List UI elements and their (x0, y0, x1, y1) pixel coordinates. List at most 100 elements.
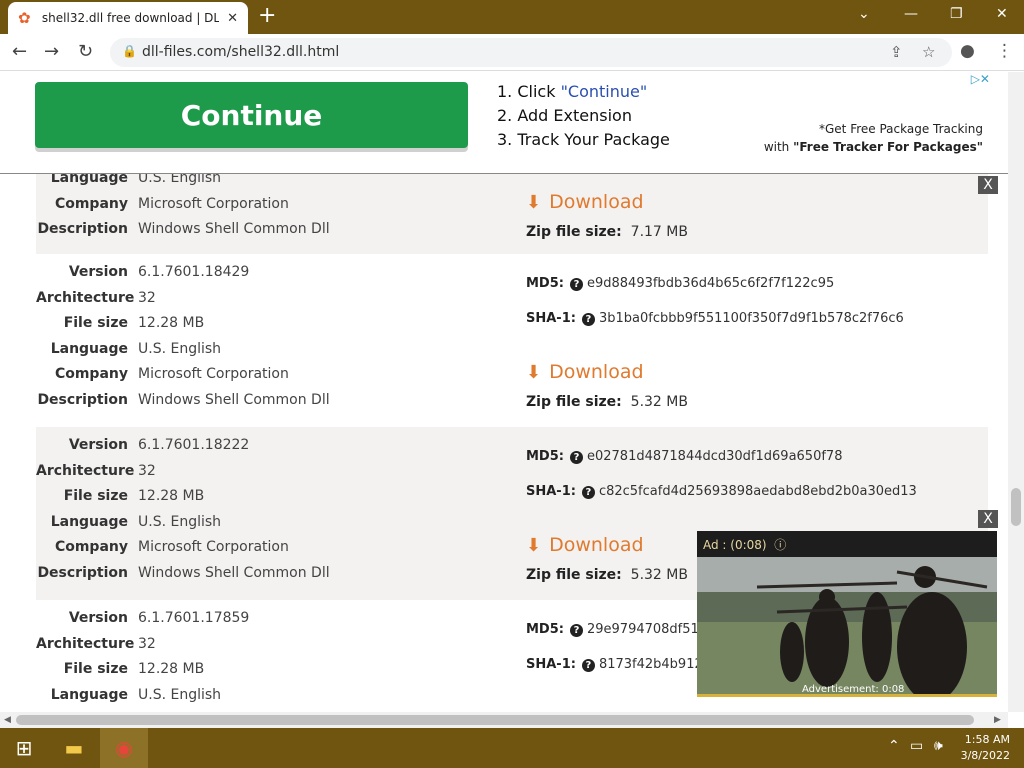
reload-icon[interactable]: ↻ (78, 41, 93, 62)
file-size-value: 12.28 MB (138, 661, 205, 677)
browser-tab[interactable]: ✿ shell32.dll free download | DLL-fi ✕ (8, 2, 248, 34)
restore-icon[interactable]: ❐ (950, 6, 963, 22)
ad-steps: 1. Click "Continue" 2. Add Extension 3. … (497, 80, 670, 152)
system-clock[interactable]: 1:58 AM 3/8/2022 (961, 732, 1010, 764)
horizontal-scrollbar[interactable]: ◀ ▶ (0, 712, 1008, 728)
sha1-label: SHA-1: (526, 311, 576, 326)
zip-size-value: 7.17 MB (630, 224, 688, 240)
start-button[interactable]: ⊞ (0, 728, 48, 768)
new-tab-button[interactable]: + (258, 4, 276, 28)
zip-size-label: Zip file size: (526, 394, 622, 410)
chrome-icon: ◉ (115, 736, 133, 760)
browser-toolbar: ← → ↻ 🔒 dll-files.com/shell32.dll.html ⇪… (0, 34, 1024, 71)
zip-size-value: 5.32 MB (630, 567, 688, 583)
ad-continue-button[interactable]: Continue (35, 82, 468, 148)
md5-row: MD5:? 29e9794708df51 (526, 622, 703, 657)
ad-tracking-line2-bold: "Free Tracker For Packages" (793, 140, 983, 154)
version-label: Version (68, 264, 128, 280)
version-value: 6.1.7601.17859 (138, 610, 250, 626)
windows-logo-icon: ⊞ (15, 736, 33, 760)
file-size-value: 12.28 MB (138, 315, 205, 331)
ad-tracking-line2: with "Free Tracker For Packages" (764, 138, 983, 156)
tray-overflow-icon[interactable]: ⌃ (888, 738, 900, 754)
sha1-row: SHA-1:? 3b1ba0fcbbb9f551100f350f7d9f1b578… (526, 311, 904, 346)
download-label[interactable]: Download (549, 191, 643, 213)
bookmark-star-icon[interactable]: ☆ (922, 43, 935, 61)
video-ad[interactable]: Ad : (0:08) ⓘ Advertisement: 0:08 (697, 531, 997, 697)
tab-search-icon[interactable]: ⌄ (858, 6, 870, 22)
top-ad-banner: Continue 1. Click "Continue" 2. Add Exte… (0, 72, 1008, 174)
help-icon[interactable]: ? (581, 659, 595, 672)
ad-tracking-line1: *Get Free Package Tracking (819, 122, 983, 136)
company-label: Company (54, 195, 128, 212)
language-value: U.S. English (138, 513, 222, 530)
menu-kebab-icon[interactable]: ⋮ (996, 41, 1013, 61)
ad-info-icon[interactable]: ⓘ (774, 538, 786, 552)
version-value: 6.1.7601.18429 (138, 264, 250, 280)
address-bar[interactable]: 🔒 dll-files.com/shell32.dll.html ⇪ ☆ (110, 38, 952, 67)
download-link[interactable]: ⬇ Download (526, 354, 904, 390)
ad-step-1-link[interactable]: "Continue" (561, 82, 648, 101)
taskbar-chrome[interactable]: ◉ (100, 728, 148, 768)
back-icon[interactable]: ← (12, 41, 27, 62)
video-ad-close-button[interactable]: X (978, 510, 998, 528)
architecture-label: Architecture (36, 462, 135, 479)
file-size-label: File size (63, 661, 128, 677)
help-icon[interactable]: ? (569, 278, 583, 291)
help-icon[interactable]: ? (581, 313, 595, 326)
version-meta: Language U.S. English Company Microsoft Co… (36, 170, 516, 247)
minimize-icon[interactable]: — (904, 6, 918, 22)
folder-icon: ▬ (64, 736, 84, 760)
sha1-label: SHA-1: (526, 657, 576, 672)
zip-size-label: Zip file size: (526, 567, 622, 583)
site-favicon-icon: ✿ (18, 9, 31, 27)
company-label: Company (54, 539, 128, 555)
vertical-scrollbar[interactable] (1008, 72, 1024, 712)
network-icon[interactable]: ▭ (910, 738, 923, 754)
download-link[interactable]: ⬇ Download (526, 184, 688, 220)
tab-close-icon[interactable]: ✕ (227, 11, 238, 26)
profile-avatar-icon[interactable]: ● (960, 41, 975, 61)
version-meta: Version 6.1.7601.17859 Architecture 32 Fil… (36, 610, 516, 712)
window-close-icon[interactable]: ✕ (996, 6, 1008, 22)
download-label[interactable]: Download (549, 534, 643, 556)
help-icon[interactable]: ? (569, 624, 583, 637)
share-icon[interactable]: ⇪ (890, 43, 903, 61)
windows-taskbar: ⊞ ▬ ◉ ⌃ ▭ 🕪 1:58 AM 3/8/2022 (0, 728, 1024, 768)
md5-row: MD5:? e02781d4871844dcd30df1d69a650f78 (526, 449, 917, 484)
language-label: Language (50, 513, 128, 530)
video-ad-frame[interactable]: Advertisement: 0:08 (697, 557, 997, 697)
company-value: Microsoft Corporation (138, 366, 289, 382)
forward-icon[interactable]: → (44, 41, 59, 62)
ad-tracking-note: *Get Free Package Tracking with "Free Tr… (764, 120, 983, 156)
zip-size-value: 5.32 MB (630, 394, 688, 410)
scroll-left-icon[interactable]: ◀ (4, 715, 11, 725)
vertical-scroll-thumb[interactable] (1011, 488, 1021, 526)
company-value: Microsoft Corporation (138, 539, 289, 555)
ad-step-1-text: 1. Click (497, 82, 561, 101)
ad-banner-close-button[interactable]: X (978, 176, 998, 194)
version-entry: Version 6.1.7601.18429 Architecture 32 Fil… (36, 254, 988, 427)
adchoices-icon[interactable]: ▷✕ (971, 72, 990, 86)
download-icon: ⬇ (526, 534, 542, 556)
version-entry: Language U.S. English Company Microsoft Co… (36, 162, 988, 254)
download-icon: ⬇ (526, 191, 542, 213)
url-text[interactable]: dll-files.com/shell32.dll.html (142, 44, 339, 60)
md5-value: 29e9794708df51 (586, 622, 699, 637)
taskbar-file-explorer[interactable]: ▬ (50, 728, 98, 768)
version-meta: Version 6.1.7601.18429 Architecture 32 Fil… (36, 264, 516, 417)
horizontal-scroll-thumb[interactable] (16, 715, 974, 725)
help-icon[interactable]: ? (569, 451, 583, 464)
md5-value: e02781d4871844dcd30df1d69a650f78 (586, 449, 843, 464)
description-label: Description (37, 391, 128, 408)
language-label: Language (50, 340, 128, 357)
scroll-right-icon[interactable]: ▶ (994, 715, 1001, 725)
lock-icon[interactable]: 🔒 (122, 44, 137, 58)
company-label: Company (54, 366, 128, 382)
volume-icon[interactable]: 🕪 (934, 738, 943, 754)
help-icon[interactable]: ? (581, 486, 595, 499)
download-label[interactable]: Download (549, 361, 643, 383)
tab-title: shell32.dll free download | DLL-fi (41, 11, 220, 25)
md5-row: MD5:? e9d88493fbdb36d4b65c6f2f7f122c95 (526, 276, 904, 311)
video-progress-bar (697, 694, 997, 697)
